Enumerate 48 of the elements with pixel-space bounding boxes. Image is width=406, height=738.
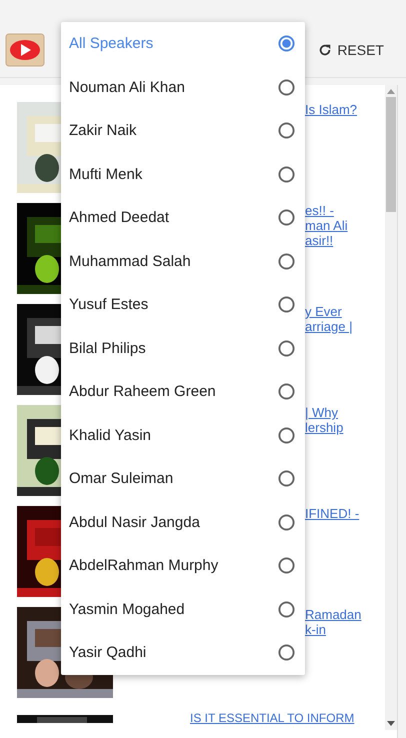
- radio-button-icon: [278, 122, 295, 140]
- radio-button-icon: [278, 600, 295, 618]
- video-title-link[interactable]: Ramadan: [305, 607, 362, 622]
- speaker-option[interactable]: Yasir Qadhi: [61, 631, 305, 674]
- radio-button-icon: [278, 383, 295, 400]
- reset-button[interactable]: RESET: [318, 38, 384, 62]
- scroll-thumb[interactable]: [386, 97, 396, 212]
- video-title-link[interactable]: arriage |: [305, 319, 352, 334]
- speaker-option[interactable]: Bilal Philips: [61, 326, 305, 370]
- video-title-link[interactable]: y Ever: [305, 304, 352, 319]
- radio-button-icon: [278, 252, 295, 270]
- radio-button-icon: [278, 644, 295, 662]
- speaker-option[interactable]: Yasmin Mogahed: [61, 588, 305, 631]
- scroll-down-icon[interactable]: [387, 721, 395, 727]
- radio-button-icon: [278, 166, 295, 183]
- video-title-link[interactable]: | Why: [305, 405, 344, 420]
- video-title-link[interactable]: IS IT ESSENTIAL TO INFORM: [190, 711, 354, 728]
- video-title-link[interactable]: es!! -: [305, 203, 348, 218]
- refresh-icon: [318, 42, 332, 56]
- speaker-option[interactable]: Abdul Nasir Jangda: [61, 500, 305, 544]
- speaker-option[interactable]: Mufti Menk: [61, 152, 305, 196]
- video-logo-icon: [5, 32, 45, 66]
- speaker-option[interactable]: All Speakers: [61, 22, 305, 66]
- video-title-link[interactable]: Is Islam?: [305, 102, 358, 117]
- radio-button-icon: [278, 35, 295, 52]
- radio-button-icon: [278, 470, 295, 488]
- scroll-up-icon[interactable]: [387, 88, 395, 94]
- video-title-link[interactable]: IFINED! -: [305, 506, 360, 521]
- radio-button-icon: [278, 514, 295, 531]
- speaker-option[interactable]: Omar Suleiman: [61, 457, 305, 500]
- radio-button-icon: [278, 557, 295, 574]
- video-title-link[interactable]: asir!!: [305, 233, 348, 248]
- speaker-option[interactable]: AbdelRahman Murphy: [61, 544, 305, 588]
- video-title-link[interactable]: k-in: [305, 622, 362, 637]
- radio-button-icon: [278, 426, 295, 444]
- speaker-option[interactable]: Khalid Yasin: [61, 414, 305, 457]
- speaker-option[interactable]: Zakir Naik: [61, 109, 305, 152]
- video-title-link[interactable]: man Ali: [305, 218, 348, 233]
- speaker-option[interactable]: Yusuf Estes: [61, 283, 305, 326]
- speaker-option[interactable]: Nouman Ali Khan: [61, 66, 305, 109]
- radio-button-icon: [278, 340, 295, 357]
- speaker-option[interactable]: Abdur Raheem Green: [61, 370, 305, 414]
- radio-button-icon: [278, 296, 295, 314]
- speaker-option[interactable]: Ahmed Deedat: [61, 196, 305, 240]
- speaker-option[interactable]: Muhammad Salah: [61, 240, 305, 283]
- video-title-link[interactable]: lership: [305, 420, 344, 435]
- radio-button-icon: [278, 209, 295, 226]
- radio-button-icon: [278, 78, 295, 96]
